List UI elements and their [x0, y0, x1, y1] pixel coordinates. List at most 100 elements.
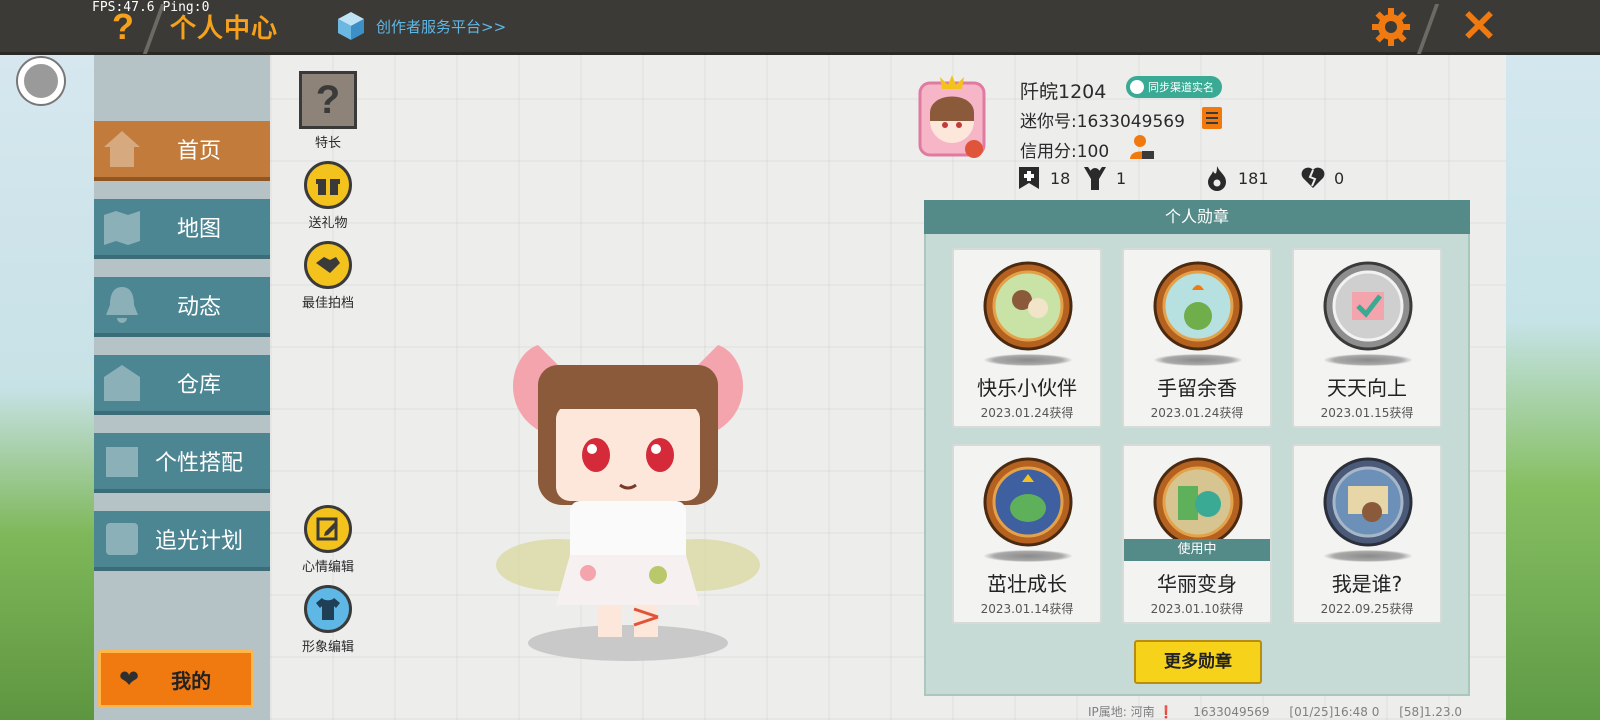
bookmark-plus-icon [1019, 167, 1039, 189]
medal-shadow [1154, 354, 1242, 366]
medal-date: 2023.01.10获得 [1150, 602, 1244, 616]
footer-info: IP属地: 河南 ❗ 1633049569 [01/25]16:48 0 [58… [1088, 703, 1478, 720]
sync-icon [1130, 80, 1144, 94]
creator-platform-link[interactable]: 创作者服务平台>> [336, 10, 506, 42]
sidebar-item-mine[interactable]: ❤ 我的 [98, 650, 254, 708]
medal-emblem-icon [983, 261, 1073, 351]
medal-date: 2023.01.15获得 [1320, 406, 1414, 420]
edit-icon [304, 505, 352, 553]
gift-icon [304, 161, 352, 209]
medal-shadow [1324, 354, 1412, 366]
sidebar-item-label: 追光计划 [154, 529, 243, 554]
medal-card[interactable]: 快乐小伙伴 2023.01.24获得 [952, 248, 1102, 428]
sidebar-item-feed[interactable]: 动态 [94, 277, 270, 337]
copy-icon[interactable] [1200, 105, 1224, 131]
medal-card[interactable]: 使用中 华丽变身 2023.01.10获得 [1122, 444, 1272, 624]
player-name: 阡皖1204 [1020, 81, 1107, 103]
medal-card[interactable]: 手留余香 2023.01.24获得 [1122, 248, 1272, 428]
close-button[interactable]: ✕ [1458, 5, 1500, 49]
flame-icon [1208, 166, 1226, 191]
footer-id: 1633049569 [1193, 705, 1270, 719]
medal-name: 手留余香 [1157, 376, 1237, 400]
footer-version: [58]1.23.0 [1399, 705, 1463, 719]
cube-icon [338, 12, 364, 40]
mood-edit-button[interactable]: 心情编辑 [290, 505, 366, 575]
page-title: 个人中心 [170, 14, 279, 44]
stat-likes: 0 [1300, 165, 1344, 191]
image-edit-button[interactable]: 形象编辑 [290, 585, 366, 655]
medal-panel-title: 个人勋章 [924, 200, 1470, 234]
content-area: ? 特长 送礼物 最佳拍档 心情编辑 形象编辑 阡皖1204 同步渠道实名 迷你… [270, 55, 1506, 720]
skill-button[interactable]: ? 特长 [290, 71, 366, 151]
stat-value: 18 [1050, 168, 1071, 188]
heart-icon: ❤ [119, 665, 140, 693]
more-medals-button[interactable]: 更多勋章 [1134, 640, 1262, 684]
sidebar: 首页 地图 动态 仓库 个性搭配 追光计划 ❤ 我的 [94, 55, 278, 720]
sync-realname-badge[interactable]: 同步渠道实名 [1126, 76, 1222, 98]
medal-card[interactable]: 天天向上 2023.01.15获得 [1292, 248, 1442, 428]
medal-name: 天天向上 [1327, 376, 1407, 400]
medal-name: 茁壮成长 [987, 572, 1067, 596]
medal-card[interactable]: 我是谁? 2022.09.25获得 [1292, 444, 1442, 624]
in-use-badge: 使用中 [1124, 539, 1270, 561]
medal-emblem-icon [983, 457, 1073, 547]
medal-card[interactable]: 茁壮成长 2023.01.14获得 [952, 444, 1102, 624]
stat-popularity: 181 [1204, 165, 1269, 191]
footer-time: [01/25]16:48 0 [1289, 705, 1380, 719]
tool-label: 形象编辑 [301, 640, 354, 655]
tool-label: 心情编辑 [301, 560, 354, 575]
divider [1416, 4, 1440, 54]
medal-emblem-icon [1153, 457, 1243, 547]
sidebar-item-outfit[interactable]: 个性搭配 [94, 433, 270, 493]
medal-date: 2022.09.25获得 [1320, 602, 1414, 616]
sidebar-item-label: 仓库 [176, 373, 221, 398]
sidebar-item-home[interactable]: 首页 [94, 121, 278, 181]
credit-score: 信用分:100 [1020, 142, 1110, 162]
gear-icon[interactable] [1370, 6, 1412, 48]
handshake-icon [304, 241, 352, 289]
medal-emblem-icon [1323, 457, 1413, 547]
send-gift-button[interactable]: 送礼物 [290, 161, 366, 231]
credit-user-icon[interactable] [1128, 133, 1156, 161]
sync-badge-label: 同步渠道实名 [1148, 81, 1214, 94]
sidebar-item-label: 地图 [176, 217, 221, 242]
medal-shadow [1324, 550, 1412, 562]
best-partner-button[interactable]: 最佳拍档 [290, 241, 366, 311]
stat-added: 18 [1016, 165, 1070, 191]
background-right [1505, 55, 1600, 720]
tool-label: 最佳拍档 [301, 296, 354, 311]
medal-emblem-icon [1153, 261, 1243, 351]
question-icon: ? [299, 71, 357, 129]
stat-value: 0 [1334, 168, 1345, 188]
sidebar-item-label: 动态 [176, 295, 221, 320]
avatar[interactable] [918, 73, 986, 159]
ip-location: IP属地: 河南 ❗ [1088, 705, 1174, 719]
sidebar-item-storage[interactable]: 仓库 [94, 355, 270, 415]
help-button[interactable]: ? [108, 8, 138, 46]
sidebar-item-plan[interactable]: 追光计划 [94, 511, 270, 571]
sidebar-item-label: 首页 [176, 139, 221, 164]
medal-shadow [984, 354, 1072, 366]
top-bar: FPS:47.6 Ping:0 ? 个人中心 创作者服务平台>> ✕ [0, 0, 1600, 55]
mini-number: 迷你号:1633049569 [1020, 112, 1185, 132]
medal-emblem-icon [1323, 261, 1413, 351]
sidebar-item-label: 个性搭配 [154, 451, 243, 476]
medal-panel: 个人勋章 快乐小伙伴 2023.01.24获得 手留余香 2023.01.24获… [924, 200, 1470, 696]
broken-heart-icon [1301, 167, 1325, 188]
sidebar-item-label: 我的 [171, 668, 212, 693]
shirt-icon [304, 585, 352, 633]
record-button[interactable] [18, 58, 64, 104]
sidebar-item-map[interactable]: 地图 [94, 199, 270, 259]
cheer-person-icon [1084, 167, 1106, 190]
main-frame: 首页 地图 动态 仓库 个性搭配 追光计划 ❤ 我的 ? 特长 送礼物 最佳拍档… [94, 55, 1506, 720]
stat-fans: 1 [1082, 165, 1126, 191]
tool-label: 送礼物 [308, 216, 348, 231]
tool-label: 特长 [314, 136, 341, 151]
medal-date: 2023.01.24获得 [980, 406, 1074, 420]
stat-value: 181 [1238, 168, 1269, 188]
medal-date: 2023.01.14获得 [980, 602, 1074, 616]
background-left [0, 55, 95, 720]
medal-shadow [984, 550, 1072, 562]
stat-value: 1 [1116, 168, 1127, 188]
player-character [496, 345, 760, 661]
